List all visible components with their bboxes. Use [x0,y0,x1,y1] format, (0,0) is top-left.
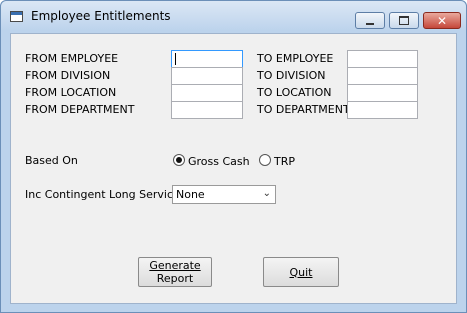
to-division-input[interactable] [347,67,418,85]
close-button[interactable]: ✕ [423,12,461,29]
form-panel: FROM EMPLOYEE FROM DIVISION FROM LOCATIO… [10,33,457,304]
from-employee-input[interactable] [171,50,243,68]
to-location-label: TO LOCATION [257,86,332,99]
generate-report-label-line1: Generate [149,259,201,272]
contingent-long-service-select[interactable]: None ⌄ [172,185,276,204]
from-division-input[interactable] [171,67,243,85]
window: Employee Entitlements ✕ FROM EMPLOYEE FR… [0,0,467,313]
contingent-selected-value: None [176,188,205,201]
generate-report-button[interactable]: Generate Report [138,257,212,287]
to-employee-input[interactable] [347,50,418,68]
quit-button[interactable]: Quit [263,257,339,287]
maximize-icon [399,16,409,25]
trp-radio[interactable] [259,154,271,166]
from-employee-label: FROM EMPLOYEE [25,52,119,65]
minimize-button[interactable] [355,12,385,29]
to-employee-label: TO EMPLOYEE [257,52,334,65]
window-title: Employee Entitlements [31,9,171,23]
from-location-input[interactable] [171,84,243,102]
contingent-long-service-label: Inc Contingent Long Service [25,188,180,201]
to-location-input[interactable] [347,84,418,102]
quit-label: Quit [289,265,313,279]
from-division-label: FROM DIVISION [25,69,111,82]
from-department-input[interactable] [171,101,243,119]
close-icon: ✕ [436,13,448,28]
from-location-label: FROM LOCATION [25,86,117,99]
to-department-label: TO DEPARTMENT [257,103,350,116]
maximize-button[interactable] [389,12,419,29]
based-on-label: Based On [25,154,78,167]
text-caret [175,53,176,65]
to-division-label: TO DIVISION [257,69,326,82]
from-department-label: FROM DEPARTMENT [25,103,135,116]
gross-cash-radio[interactable] [173,154,185,166]
generate-report-label-line2: Report [156,272,194,285]
to-department-input[interactable] [347,101,418,119]
title-bar[interactable]: Employee Entitlements ✕ [1,1,466,31]
app-window-icon [10,11,23,22]
chevron-down-icon[interactable]: ⌄ [263,188,271,199]
gross-cash-label[interactable]: Gross Cash [188,155,250,168]
minimize-icon [366,22,374,25]
trp-label[interactable]: TRP [274,155,295,168]
